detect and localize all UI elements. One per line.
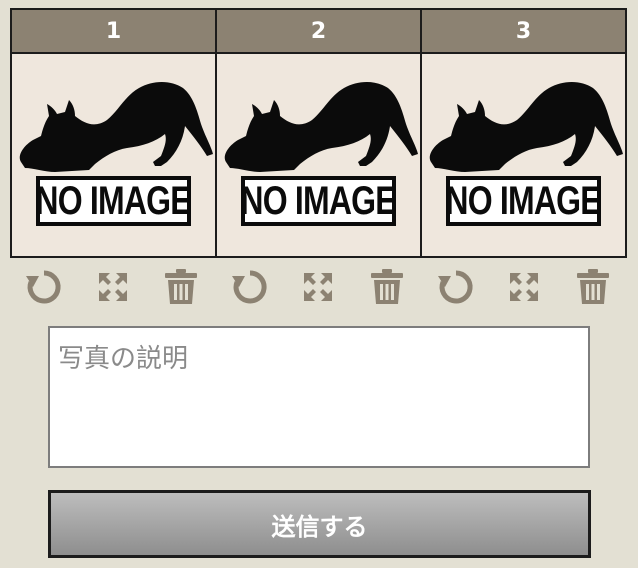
rotate-icon [437, 270, 473, 304]
no-image-placeholder: NO IMAGE [15, 76, 213, 234]
photo-slot-3: 3 NO IMAGE [422, 10, 625, 256]
rotate-icon [231, 270, 267, 304]
rotate-button[interactable] [434, 265, 478, 309]
no-image-label: NO IMAGE [445, 176, 602, 226]
cat-silhouette-icon [19, 82, 213, 172]
expand-button[interactable] [296, 265, 340, 309]
expand-icon [98, 273, 127, 301]
expand-button[interactable] [502, 265, 546, 309]
cat-silhouette-icon [429, 82, 623, 172]
no-image-placeholder: NO IMAGE [220, 76, 418, 234]
submit-button[interactable]: 送信する [48, 490, 591, 558]
photo-dropzone[interactable]: NO IMAGE [217, 54, 420, 256]
no-image-label: NO IMAGE [240, 176, 397, 226]
slot-number: 1 [12, 10, 215, 54]
photo-slots: 1 NO IMAGE 2 NO IMAGE 3 NO IMAGE [10, 8, 627, 258]
slot-1-tools [10, 264, 216, 310]
expand-icon [510, 273, 539, 301]
slot-number: 3 [422, 10, 625, 54]
photo-slot-2: 2 NO IMAGE [217, 10, 422, 256]
expand-button[interactable] [91, 265, 135, 309]
trash-icon [371, 269, 404, 304]
photo-description-input[interactable] [48, 326, 590, 468]
photo-dropzone[interactable]: NO IMAGE [422, 54, 625, 256]
delete-button[interactable] [571, 265, 615, 309]
slot-2-tools [216, 264, 422, 310]
trash-icon [165, 269, 198, 304]
trash-icon [576, 269, 609, 304]
delete-button[interactable] [365, 265, 409, 309]
no-image-label: NO IMAGE [35, 176, 192, 226]
rotate-button[interactable] [22, 265, 66, 309]
rotate-button[interactable] [228, 265, 272, 309]
rotate-icon [26, 270, 61, 304]
photo-slot-1: 1 NO IMAGE [12, 10, 217, 256]
slot-number: 2 [217, 10, 420, 54]
cat-silhouette-icon [224, 82, 418, 172]
no-image-placeholder: NO IMAGE [425, 76, 623, 234]
photo-tools [10, 264, 627, 310]
delete-button[interactable] [159, 265, 203, 309]
expand-icon [304, 273, 333, 301]
slot-3-tools [421, 264, 627, 310]
photo-dropzone[interactable]: NO IMAGE [12, 54, 215, 256]
